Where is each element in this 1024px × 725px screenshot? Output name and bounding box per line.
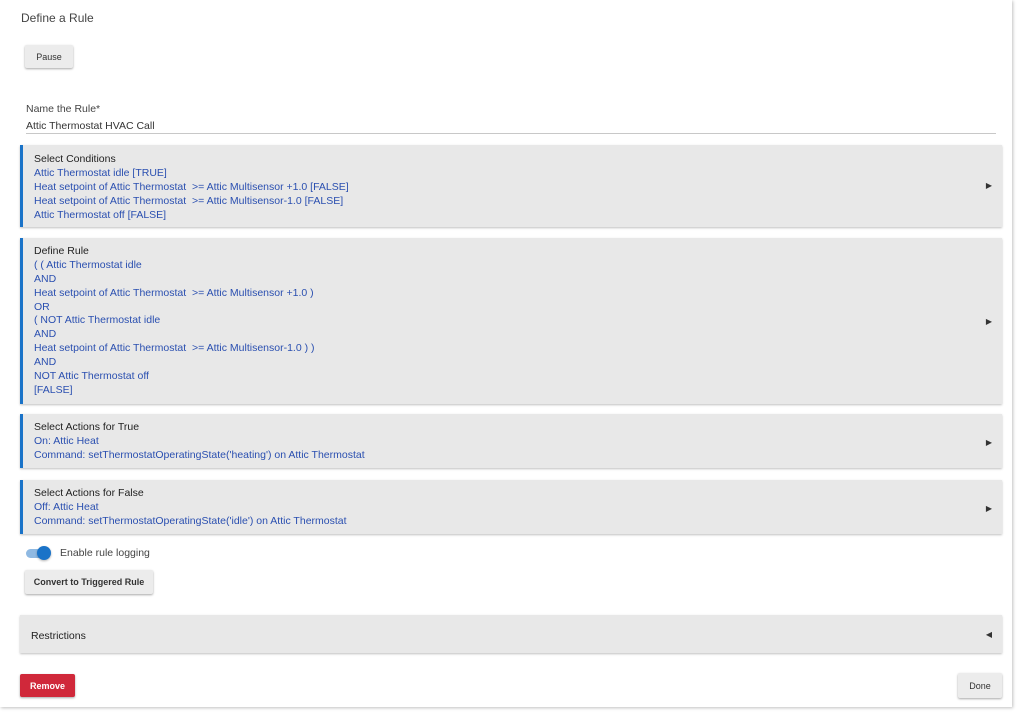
action-line: On: Attic Heat [34,434,99,447]
section-title: Select Actions for False [34,487,144,499]
rule-line: NOT Attic Thermostat off [34,370,149,383]
condition-line: Attic Thermostat idle [TRUE] [34,166,167,179]
section-title: Select Conditions [34,153,116,165]
restrictions-section[interactable]: Restrictions ◀ [20,615,1002,653]
define-rule-section[interactable]: Define Rule ( ( Attic Thermostat idle AN… [20,238,1002,404]
rule-name-input[interactable] [26,118,996,134]
action-line: Off: Attic Heat [34,500,99,513]
condition-line: Heat setpoint of Attic Thermostat >= Att… [34,194,344,207]
caret-left-icon[interactable]: ◀ [986,630,992,639]
convert-to-triggered-rule-button[interactable]: Convert to Triggered Rule [25,570,153,594]
rule-logging-toggle[interactable] [26,546,51,560]
action-line: Command: setThermostatOperatingState('id… [34,514,347,527]
actions-true-section[interactable]: Select Actions for True On: Attic Heat C… [20,414,1002,468]
caret-right-icon[interactable]: ▶ [986,438,992,447]
select-conditions-section[interactable]: Select Conditions Attic Thermostat idle … [20,145,1002,227]
caret-right-icon[interactable]: ▶ [986,181,992,190]
rule-line: OR [34,300,50,313]
rule-line: AND [34,356,57,369]
rule-name-label: Name the Rule* [26,103,101,115]
remove-button[interactable]: Remove [20,674,75,697]
actions-false-section[interactable]: Select Actions for False Off: Attic Heat… [20,480,1002,534]
rule-line: Heat setpoint of Attic Thermostat >= Att… [34,342,315,355]
page-title: Define a Rule [21,11,94,25]
action-line: Command: setThermostatOperatingState('he… [34,448,365,461]
rule-line: [FALSE] [34,383,73,396]
rule-line: AND [34,328,57,341]
rule-line: ( NOT Attic Thermostat idle [34,314,161,327]
condition-line: Heat setpoint of Attic Thermostat >= Att… [34,180,349,193]
section-title: Define Rule [34,245,89,257]
restrictions-label: Restrictions [31,630,86,642]
caret-right-icon[interactable]: ▶ [986,317,992,326]
rule-line: ( ( Attic Thermostat idle [34,258,142,271]
rule-line: AND [34,272,57,285]
rule-line: Heat setpoint of Attic Thermostat >= Att… [34,286,314,299]
toggle-knob [37,546,51,560]
condition-line: Attic Thermostat off [FALSE] [34,208,167,221]
done-button[interactable]: Done [958,673,1002,698]
caret-right-icon[interactable]: ▶ [986,504,992,513]
rule-page: Define a Rule Pause Name the Rule* Selec… [0,0,1012,707]
pause-button[interactable]: Pause [25,45,73,68]
rule-logging-label: Enable rule logging [60,547,150,559]
section-title: Select Actions for True [34,421,140,433]
